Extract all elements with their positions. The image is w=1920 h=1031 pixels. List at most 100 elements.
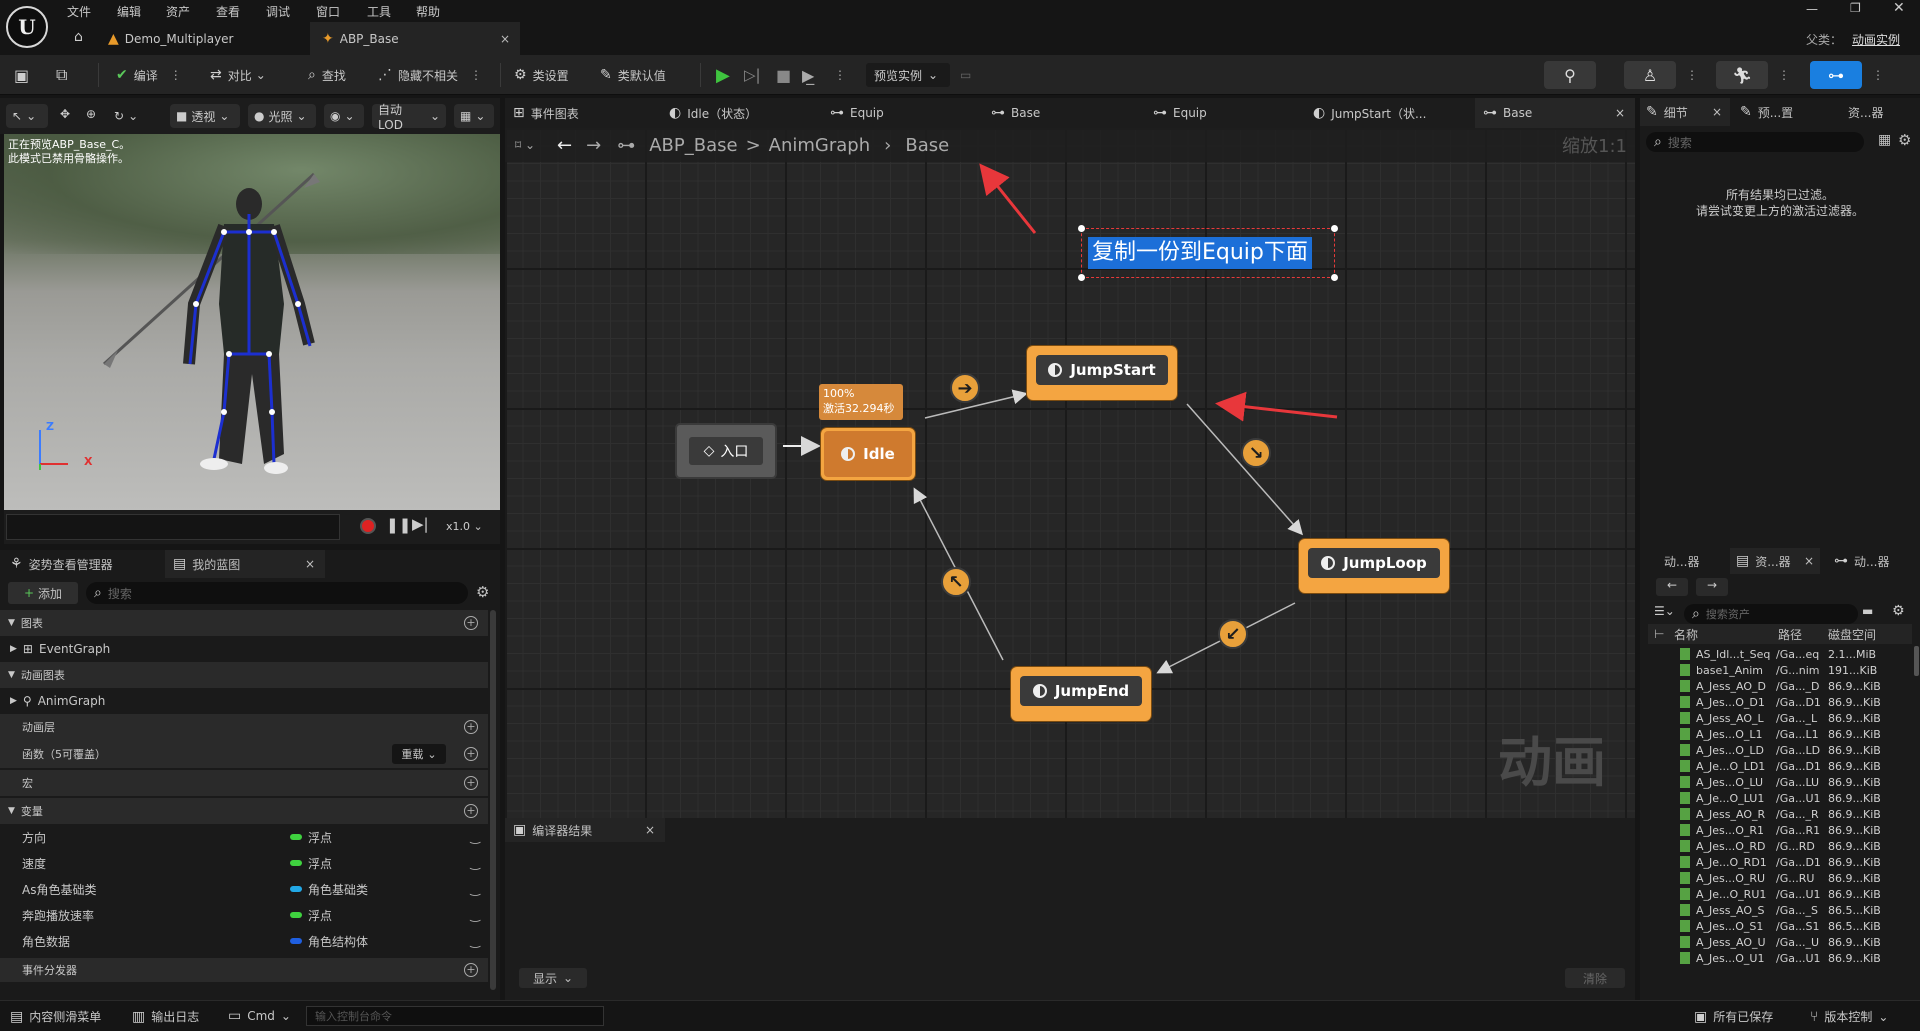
asset-row[interactable]: A_Jes...O_L1/Ga...L1 86.9...KiB — [1640, 726, 1912, 742]
menu-asset[interactable]: 资产 — [166, 3, 190, 20]
state-node-jumpstart[interactable]: JumpStart — [1027, 346, 1177, 400]
add-function-icon[interactable]: + — [464, 747, 478, 761]
tab-base-active[interactable]: ⊶ Base × — [1475, 98, 1635, 128]
column-path[interactable]: 路径 — [1778, 626, 1828, 643]
transition-jumpend-to-idle[interactable]: ↖ — [941, 567, 971, 597]
asset-row[interactable]: A_Je...O_LU1/Ga...U1 86.9...KiB — [1640, 790, 1912, 806]
close-tab-icon[interactable]: × — [500, 32, 510, 46]
asset-search-input[interactable]: ⌕ 搜索资产 — [1684, 604, 1858, 624]
menu-edit[interactable]: 编辑 — [117, 3, 141, 20]
blueprint-search-input[interactable]: ⌕ 搜索 — [86, 582, 468, 604]
filter-icon[interactable]: ☰⌄ — [1654, 604, 1675, 618]
tab-jumpstart[interactable]: ◐ JumpStart（状... — [1313, 98, 1473, 128]
forward-arrow-icon[interactable]: → — [1696, 578, 1728, 596]
menu-window[interactable]: 窗口 — [316, 3, 340, 20]
add-layer-icon[interactable]: + — [464, 720, 478, 734]
back-arrow-icon[interactable]: ← — [1656, 578, 1688, 596]
column-options-icon[interactable]: ⊢ — [1654, 627, 1674, 641]
record-icon[interactable] — [360, 518, 376, 534]
tab-asset-details[interactable]: 资...器 — [1830, 98, 1918, 126]
mesh-mode-button[interactable]: ♙ — [1624, 61, 1676, 89]
asset-row[interactable]: A_Jes...O_D1/Ga...D1 86.9...KiB — [1640, 694, 1912, 710]
add-graph-icon[interactable]: + — [464, 616, 478, 630]
class-settings-button[interactable]: ⚙ 类设置 — [514, 55, 569, 95]
visibility-eye-icon[interactable]: ‿ — [470, 882, 480, 896]
asset-row[interactable]: A_Jes...O_RD/G...RD 86.9...KiB — [1640, 838, 1912, 854]
console-input[interactable]: 输入控制台命令 — [306, 1006, 604, 1026]
state-node-jumploop[interactable]: JumpLoop — [1299, 539, 1449, 593]
table-view-icon[interactable]: ▦ — [1878, 132, 1891, 148]
eject-icon[interactable]: ▶̲ — [802, 55, 814, 95]
lighting-dropdown[interactable]: ● 光照 ⌄ — [248, 104, 316, 128]
class-defaults-button[interactable]: ✎ 类默认值 — [600, 55, 666, 95]
save-icon[interactable]: ▣ — [14, 55, 35, 95]
comment-selection-box[interactable]: 复制一份到Equip下面 — [1078, 225, 1338, 281]
find-button[interactable]: ⌕ 查找 — [308, 55, 346, 95]
perspective-dropdown[interactable]: ■ 透视 ⌄ — [170, 104, 240, 128]
blueprint-mode-button[interactable]: ⊶ — [1810, 61, 1862, 89]
asset-row[interactable]: A_Jess_AO_U/Ga..._U 86.9...KiB — [1640, 934, 1912, 950]
functions-section[interactable]: 函数（5可覆盖） 重载 ⌄ + — [0, 740, 488, 768]
translate-icon[interactable]: ⊕ — [86, 107, 96, 121]
tab-equip[interactable]: ⊶ Equip — [830, 98, 960, 128]
save-status[interactable]: ▣ 所有已保存 — [1694, 1008, 1773, 1025]
minimize-icon[interactable]: — — [1806, 2, 1818, 16]
menu-debug[interactable]: 调试 — [266, 3, 290, 20]
menu-view[interactable]: 查看 — [216, 3, 240, 20]
preview-viewport[interactable]: 正在预览ABP_Base_C。 此模式已禁用骨骼操作。 Z X — [4, 134, 500, 510]
asset-row[interactable]: A_Jess_AO_R/Ga..._R 86.9...KiB — [1640, 806, 1912, 822]
browse-icon[interactable]: ⧉ — [56, 55, 73, 95]
restore-icon[interactable]: ❐ — [1850, 1, 1861, 15]
source-control-button[interactable]: ⑂ 版本控制 ⌄ — [1810, 1008, 1888, 1025]
anim-graphs-section[interactable]: ▼ 动画图表 — [0, 662, 488, 688]
play-options-icon[interactable]: ⋮ — [834, 55, 846, 95]
settings-gear-icon[interactable]: ⚙ — [476, 583, 489, 601]
show-dropdown[interactable]: 显示 ⌄ — [519, 968, 587, 988]
asset-row[interactable]: A_Jes...O_LD/Ga...LD 86.9...KiB — [1640, 742, 1912, 758]
close-window-icon[interactable]: ✕ — [1893, 0, 1905, 16]
auto-lod-dropdown[interactable]: 自动LOD ⌄ — [372, 103, 446, 132]
asset-row[interactable]: A_Je...O_LD1/Ga...D1 86.9...KiB — [1640, 758, 1912, 774]
pause-icon[interactable]: ❚❚ — [386, 516, 411, 534]
tab-demo-multiplayer[interactable]: ▲ Demo_Multiplayer — [96, 22, 306, 55]
tab-event-graph[interactable]: ⊞ 事件图表 — [513, 98, 653, 128]
anim-options-icon[interactable]: ⋮ — [1778, 55, 1790, 95]
visibility-eye-icon[interactable]: ‿ — [470, 856, 480, 870]
state-node-jumpend[interactable]: JumpEnd — [1011, 667, 1151, 721]
unreal-logo[interactable]: U — [6, 6, 48, 48]
preview-instance-dropdown[interactable]: 预览实例 ⌄ — [866, 63, 950, 87]
asset-row[interactable]: A_Jes...O_R1/Ga...R1 86.9...KiB — [1640, 822, 1912, 838]
close-tab-icon[interactable]: × — [305, 557, 315, 571]
transition-jumploop-to-jumpend[interactable]: ↙ — [1218, 619, 1248, 649]
transition-idle-to-jumpstart[interactable]: ➔ — [950, 373, 980, 403]
tab-asset-browser[interactable]: ▤ 资...器 × — [1730, 548, 1820, 574]
anim-graph-item[interactable]: ▶ ⚲ AnimGraph — [0, 688, 488, 714]
variable-row[interactable]: 奔跑播放速率 浮点 ‿ — [0, 902, 488, 928]
tab-details[interactable]: ✎ 细节 × — [1640, 98, 1730, 126]
clear-button[interactable]: 清除 — [1565, 968, 1625, 988]
dispatchers-section[interactable]: 事件分发器 + — [0, 958, 488, 982]
close-tab-icon[interactable]: × — [1615, 106, 1625, 120]
asset-row[interactable]: A_Jes...O_S1/Ga...S1 86.5...KiB — [1640, 918, 1912, 934]
scrollbar[interactable] — [490, 610, 496, 990]
tab-anim-tools[interactable]: ⊶ 动...器 — [1824, 548, 1914, 574]
content-drawer-button[interactable]: ▤ 内容侧滑菜单 — [10, 1008, 101, 1025]
add-button[interactable]: + 添加 — [8, 582, 78, 604]
tab-compiler-results[interactable]: ▣ 编译器结果 × — [505, 818, 665, 842]
stop-icon[interactable]: ■ — [776, 55, 791, 95]
step-icon[interactable]: ▷| — [744, 55, 761, 95]
override-dropdown[interactable]: 重载 ⌄ — [392, 744, 446, 764]
blueprint-options-icon[interactable]: ⋮ — [1872, 55, 1884, 95]
asset-row[interactable]: A_Jess_AO_L/Ga..._L 86.9...KiB — [1640, 710, 1912, 726]
add-dispatcher-icon[interactable]: + — [464, 963, 478, 977]
asset-row[interactable]: A_Jess_AO_D/Ga..._D 86.9...KiB — [1640, 678, 1912, 694]
state-machine-graph[interactable]: ⌑ ⌄ ← → ⊶ ABP_Base > AnimGraph › Base 缩放… — [505, 128, 1635, 818]
asset-row[interactable]: A_Jes...O_RU/G...RU 86.9...KiB — [1640, 870, 1912, 886]
close-tab-icon[interactable]: × — [645, 823, 655, 837]
close-tab-icon[interactable]: × — [1804, 554, 1814, 568]
tab-idle-state[interactable]: ◐ Idle（状态） — [669, 98, 809, 128]
details-search-input[interactable]: ⌕ 搜索 — [1646, 132, 1864, 152]
tab-equip-2[interactable]: ⊶ Equip — [1153, 98, 1283, 128]
macros-section[interactable]: 宏 + — [0, 770, 488, 796]
tab-preset[interactable]: ✎ 预...置 — [1734, 98, 1824, 126]
